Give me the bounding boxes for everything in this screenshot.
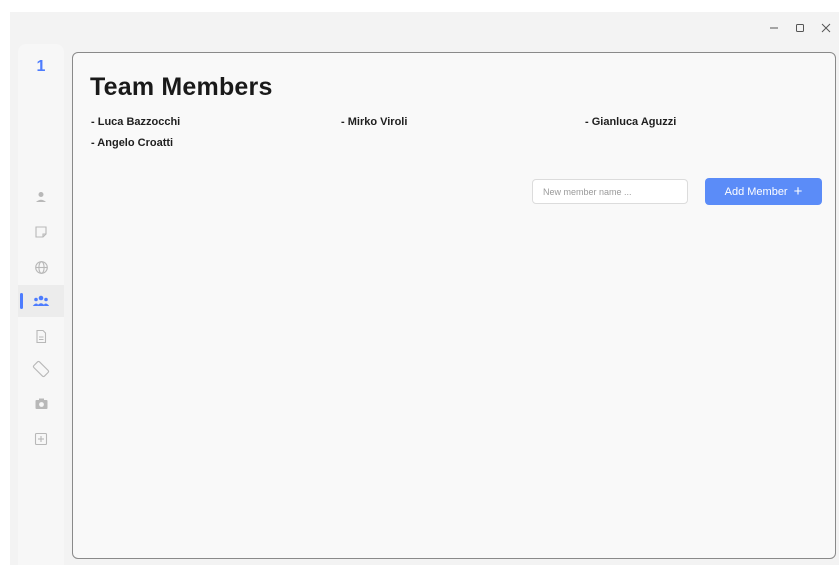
add-member-button[interactable]: Add Member + [705,178,822,205]
sidebar-item-add[interactable] [18,423,64,455]
content-panel: Team Members - Luca Bazzocchi - Mirko Vi… [72,52,836,559]
close-icon[interactable] [813,14,839,42]
sidebar-item-rotate[interactable] [18,353,64,385]
brand-logo: 1 [36,58,46,75]
list-item: - Mirko Viroli [341,116,408,128]
list-item: - Luca Bazzocchi [91,116,181,128]
sidebar-item-team[interactable] [18,285,64,317]
plus-icon: + [793,183,803,200]
sidebar-item-notes[interactable] [18,216,64,248]
maximize-icon[interactable] [787,14,813,42]
list-item: - Gianluca Aguzzi [585,116,677,128]
document-icon [36,329,47,343]
title-bar [761,12,839,44]
user-icon [36,192,46,202]
new-member-input[interactable] [532,179,688,204]
note-icon [35,226,47,238]
app-window: 1 Team Members - Luca Bazzocchi - Mirko … [10,12,839,565]
camera-icon [35,398,47,409]
sidebar: 1 [18,44,64,565]
sidebar-item-camera[interactable] [18,388,64,420]
page-title: Team Members [90,73,273,101]
list-item: - Angelo Croatti [91,137,174,149]
team-icon [32,295,50,306]
sidebar-item-profile[interactable] [18,181,64,213]
rotate-icon [32,360,50,378]
globe-icon [34,260,48,274]
minimize-icon[interactable] [761,14,787,42]
add-box-icon [34,432,48,446]
sidebar-item-web[interactable] [18,251,64,283]
add-member-label: Add Member [724,185,788,198]
sidebar-item-documents[interactable] [18,320,64,352]
